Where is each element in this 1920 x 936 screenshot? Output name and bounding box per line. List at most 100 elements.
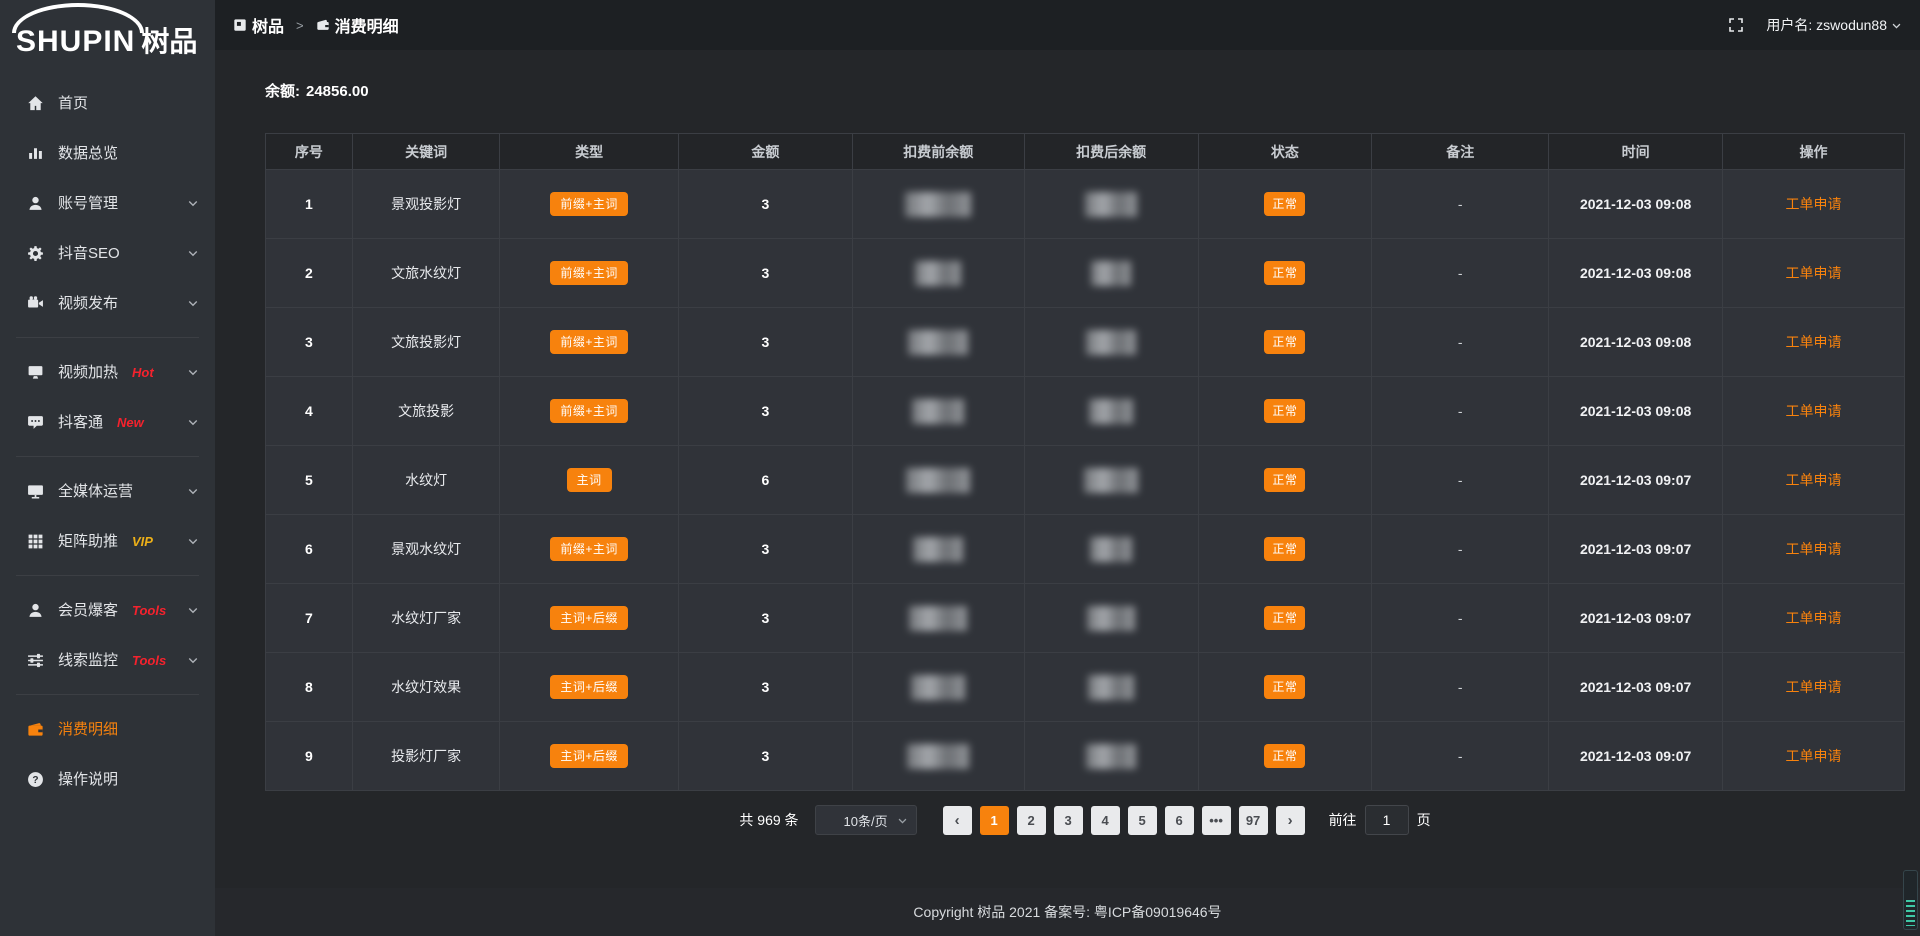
user-menu[interactable]: 用户名: zswodun88 [1766,15,1902,35]
redacted-value [911,675,965,700]
work-order-link[interactable]: 工单申请 [1785,196,1841,212]
work-order-link[interactable]: 工单申请 [1785,679,1841,695]
menu-divider [16,456,199,457]
cell-no: 8 [266,653,353,722]
cell-post-balance [1024,653,1198,722]
page-size-value: 10条/页 [844,811,888,830]
sidebar-item-account-management[interactable]: 账号管理 [0,178,215,228]
monitor-icon [26,482,44,500]
work-order-link[interactable]: 工单申请 [1785,334,1841,350]
column-header: 扣费前余额 [852,134,1024,170]
cell-type: 前缀+主词 [500,170,679,239]
cell-time: 2021-12-03 09:07 [1549,515,1723,584]
cell-pre-balance [852,515,1024,584]
sidebar-item-matrix-boost[interactable]: 矩阵助推VIP [0,516,215,566]
sidebar-item-home[interactable]: 首页 [0,78,215,128]
grid-small-icon [233,18,247,32]
breadcrumb-item-consumption-detail[interactable]: 消费明细 [316,13,399,37]
logo-text-cn: 树品 [141,20,197,60]
sidebar-item-douketong[interactable]: 抖客通New [0,397,215,447]
cell-amount: 3 [679,170,853,239]
cell-pre-balance [852,653,1024,722]
page-button-2[interactable]: 2 [1017,806,1046,835]
cell-pre-balance [852,446,1024,515]
work-order-link[interactable]: 工单申请 [1785,610,1841,626]
cell-type: 主词+后缀 [500,722,679,791]
work-order-link[interactable]: 工单申请 [1785,403,1841,419]
redacted-value [915,261,961,286]
redacted-value [913,537,963,562]
cell-status: 正常 [1198,584,1372,653]
redacted-value [1090,537,1132,562]
table-row: 5水纹灯主词6正常-2021-12-03 09:07工单申请 [266,446,1905,515]
question-icon: ? [26,770,44,788]
chevron-down-icon [187,247,199,259]
work-order-link[interactable]: 工单申请 [1785,748,1841,764]
type-badge: 前缀+主词 [550,399,628,423]
screen-icon [26,363,44,381]
table-row: 3文旅投影灯前缀+主词3正常-2021-12-03 09:08工单申请 [266,308,1905,377]
sidebar-item-member-baoke[interactable]: 会员爆客Tools [0,585,215,635]
sidebar-item-label: 抖音SEO [58,246,120,261]
main-content: 余额:24856.00 序号关键词类型金额扣费前余额扣费后余额状态备注时间操作 … [215,50,1920,888]
work-order-link[interactable]: 工单申请 [1785,265,1841,281]
sidebar-item-douyin-seo[interactable]: 抖音SEO [0,228,215,278]
redacted-value [1086,330,1136,355]
work-order-link[interactable]: 工单申请 [1785,541,1841,557]
balance-value: 24856.00 [306,83,369,100]
page-button-5[interactable]: 5 [1128,806,1157,835]
page-button-1[interactable]: 1 [980,806,1009,835]
cell-keyword: 水纹灯 [352,446,500,515]
sidebar-badge-tools: Tools [132,653,166,668]
cell-status: 正常 [1198,653,1372,722]
cell-no: 7 [266,584,353,653]
status-badge: 正常 [1264,330,1305,354]
sidebar-item-video-heat[interactable]: 视频加热Hot [0,347,215,397]
work-order-link[interactable]: 工单申请 [1785,472,1841,488]
page-size-select[interactable]: 10条/页 [815,805,917,835]
cell-no: 4 [266,377,353,446]
home-icon [26,94,44,112]
cell-type: 前缀+主词 [500,515,679,584]
cell-post-balance [1024,722,1198,791]
user-icon [26,601,44,619]
fullscreen-icon[interactable] [1728,17,1744,33]
status-badge: 正常 [1264,261,1305,285]
app-window: SHUPIN 树品 首页数据总览账号管理抖音SEO视频发布视频加热Hot抖客通N… [0,0,1920,936]
cell-status: 正常 [1198,377,1372,446]
cell-amount: 3 [679,308,853,377]
cell-no: 5 [266,446,353,515]
page-ellipsis-button[interactable]: ••• [1202,806,1231,835]
cell-amount: 3 [679,584,853,653]
redacted-value [1091,261,1131,286]
prev-page-button[interactable]: ‹ [943,806,972,835]
sidebar-item-all-media-operation[interactable]: 全媒体运营 [0,466,215,516]
status-badge: 正常 [1264,468,1305,492]
table-row: 7水纹灯厂家主词+后缀3正常-2021-12-03 09:07工单申请 [266,584,1905,653]
page-button-4[interactable]: 4 [1091,806,1120,835]
cell-remark: - [1372,308,1549,377]
cell-amount: 3 [679,515,853,584]
table-row: 4文旅投影前缀+主词3正常-2021-12-03 09:08工单申请 [266,377,1905,446]
bar-chart-icon [26,144,44,162]
cell-type: 主词+后缀 [500,653,679,722]
page-button-6[interactable]: 6 [1165,806,1194,835]
sidebar-item-consumption-detail[interactable]: 消费明细 [0,704,215,754]
next-page-button[interactable]: › [1276,806,1305,835]
sidebar-item-operation-guide[interactable]: ?操作说明 [0,754,215,804]
cell-time: 2021-12-03 09:08 [1549,239,1723,308]
page-button-97[interactable]: 97 [1239,806,1268,835]
cell-pre-balance [852,308,1024,377]
breadcrumb-item-home[interactable]: 树品 [233,13,284,37]
page-button-3[interactable]: 3 [1054,806,1083,835]
cell-keyword: 景观投影灯 [352,170,500,239]
redacted-value [1085,192,1137,217]
goto-page-input[interactable] [1365,805,1409,835]
chevron-down-icon [187,604,199,616]
sidebar-item-clue-monitor[interactable]: 线索监控Tools [0,635,215,685]
sidebar-item-data-overview[interactable]: 数据总览 [0,128,215,178]
cell-amount: 3 [679,239,853,308]
cell-remark: - [1372,653,1549,722]
sidebar-item-label: 首页 [58,96,88,111]
sidebar-item-video-publish[interactable]: 视频发布 [0,278,215,328]
